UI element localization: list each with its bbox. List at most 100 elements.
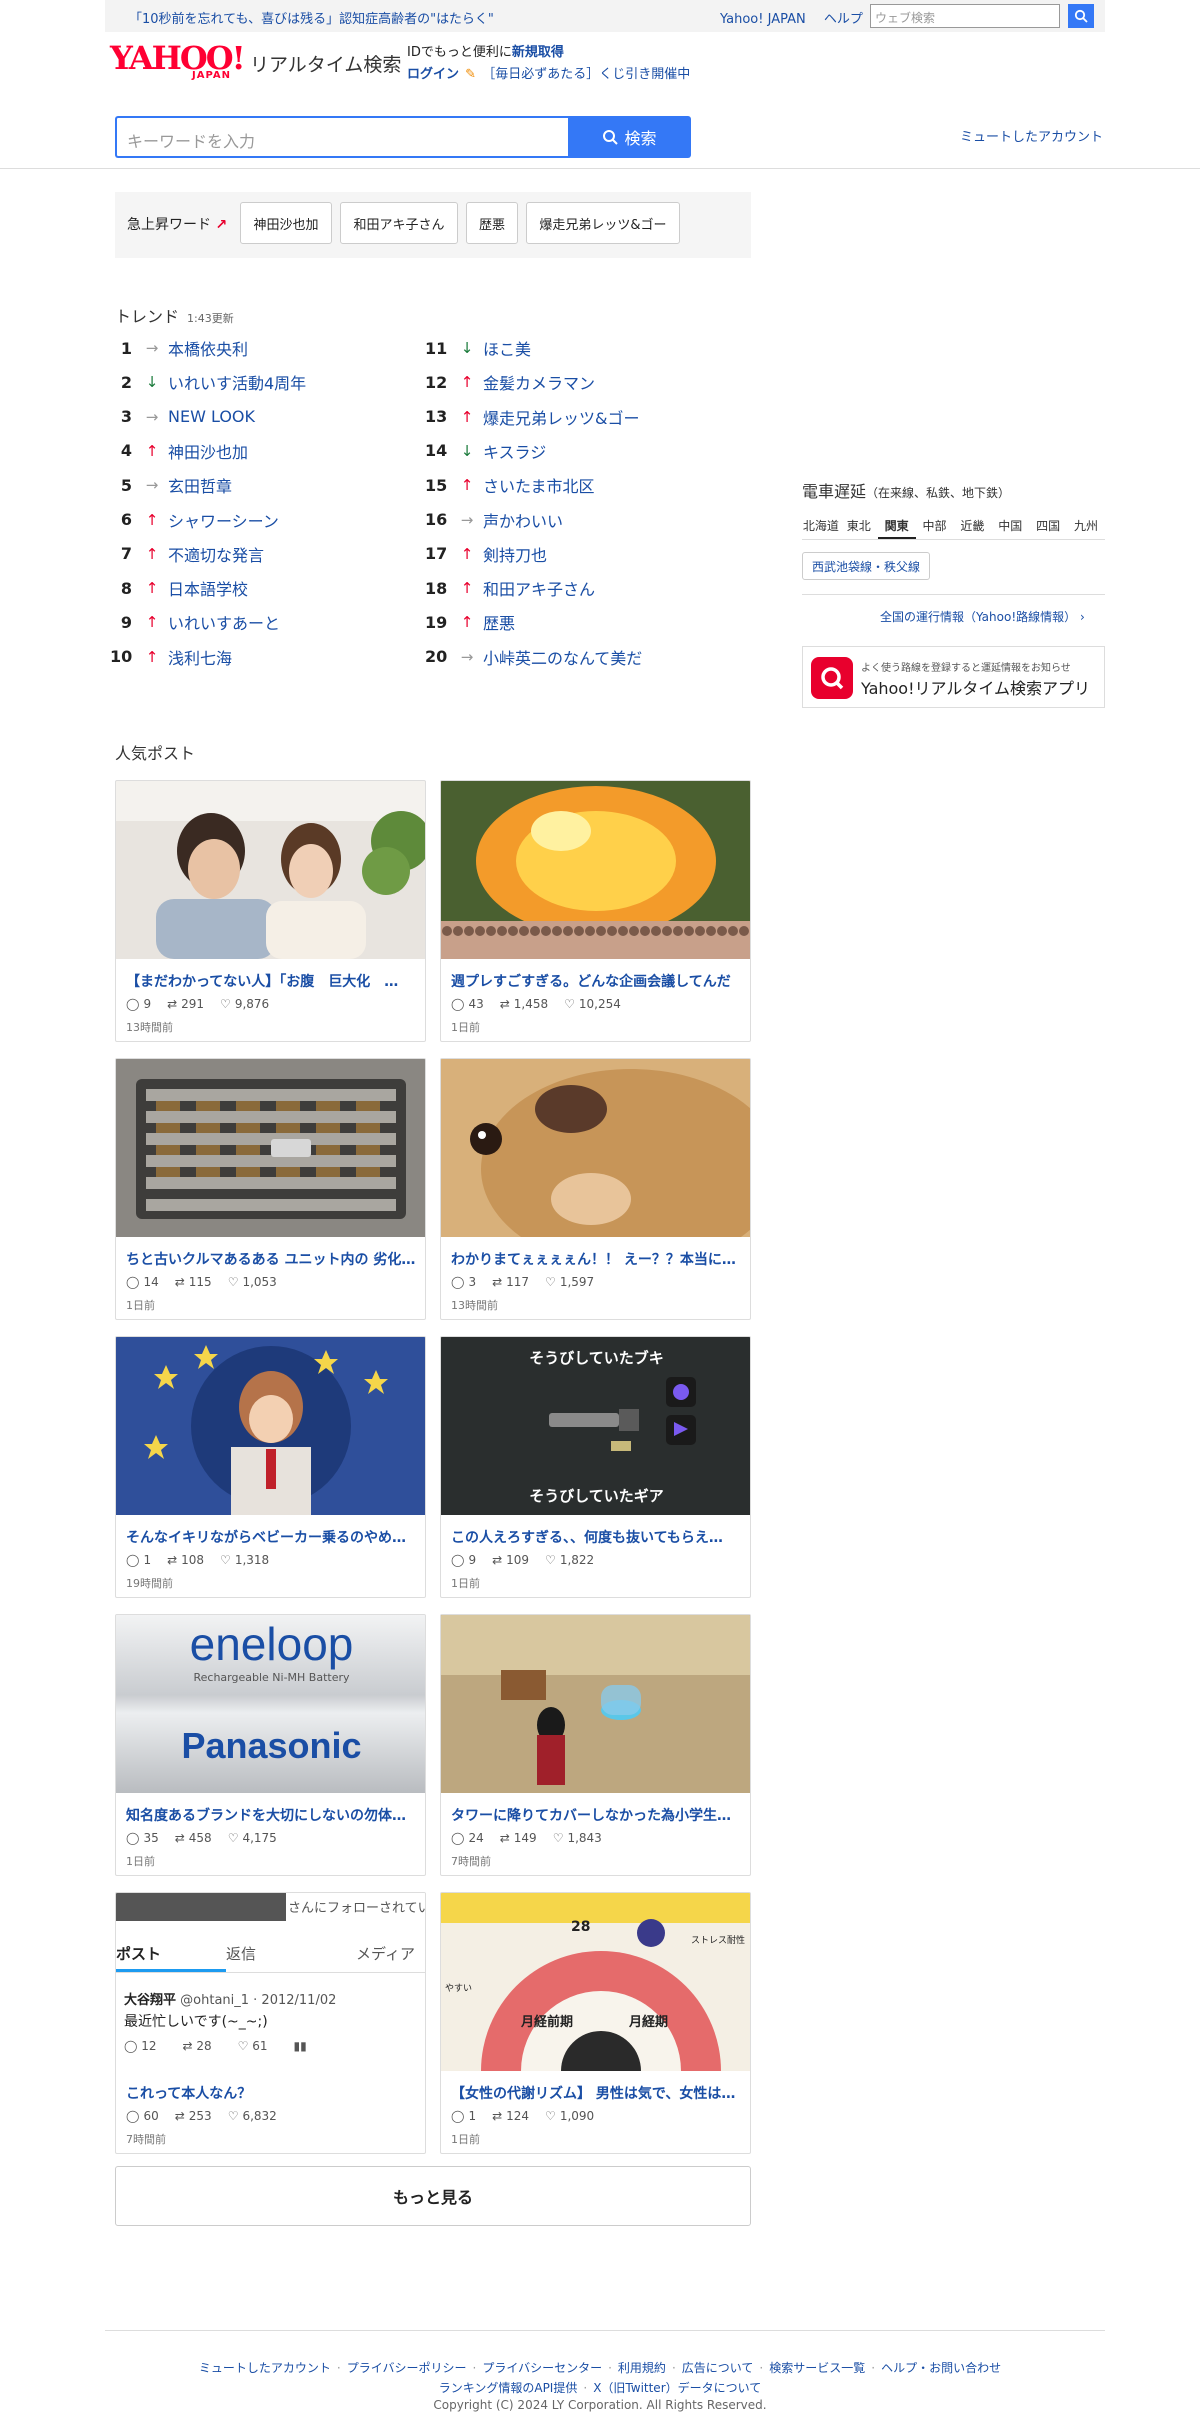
post-title[interactable]: 【まだわかってない人】「お腹 巨大化 …	[126, 971, 418, 991]
post-title[interactable]: 週プレすごすぎる。どんな企画会議してんだ	[451, 971, 743, 991]
post-title[interactable]: そんなイキリながらベビーカー乗るのやめ…	[126, 1527, 418, 1547]
post-thumbnail[interactable]	[116, 1059, 425, 1237]
post-thumbnail[interactable]	[116, 1337, 425, 1515]
footer-link[interactable]: 検索サービス一覧	[769, 2361, 865, 2375]
trend-item[interactable]: 2 ↓ いれいす活動4周年	[110, 370, 306, 394]
site-logo[interactable]: YAHOO! JAPAN リアルタイム検索	[110, 42, 401, 81]
trend-item[interactable]: 19 ↑ 歴悪	[425, 610, 515, 634]
trend-item[interactable]: 7 ↑ 不適切な発言	[110, 542, 264, 566]
footer-link[interactable]: X（旧Twitter）データについて	[593, 2381, 761, 2395]
help-link[interactable]: ヘルプ	[824, 12, 863, 27]
top-notice-link[interactable]: 「10秒前を忘れても、喜びは残る」認知症高齢者の"はたらく"	[129, 8, 494, 27]
post-card[interactable]: そうびしていたブキ そうびしていたギアこの人えろすぎる、、何度も抜いてもらえ… ◯…	[440, 1336, 751, 1598]
post-thumbnail[interactable]: そうびしていたブキ そうびしていたギア	[441, 1337, 750, 1515]
trend-item[interactable]: 15 ↑ さいたま市北区	[425, 473, 595, 497]
trend-item[interactable]: 4 ↑ 神田沙也加	[110, 439, 248, 463]
trend-item[interactable]: 1 → 本橋依央利	[110, 336, 248, 360]
post-card[interactable]: 【まだわかってない人】「お腹 巨大化 … ◯ 9 ⇄ 291 ♡ 9,876 13時間前	[115, 780, 426, 1042]
trend-item[interactable]: 3 → NEW LOOK	[110, 405, 255, 429]
trend-item[interactable]: 17 ↑ 剣持刀也	[425, 542, 547, 566]
trend-item[interactable]: 14 ↓ キスラジ	[425, 439, 546, 463]
trend-item[interactable]: 10 ↑ 浅利七海	[110, 645, 232, 669]
tab-replies[interactable]: 返信	[226, 1943, 356, 1972]
footer-link[interactable]: ヘルプ・お問い合わせ	[881, 2361, 1001, 2375]
search-input[interactable]: キーワードを入力	[115, 116, 568, 158]
post-thumbnail[interactable]	[116, 781, 425, 959]
post-card[interactable]: そんなイキリながらベビーカー乗るのやめ… ◯ 1 ⇄ 108 ♡ 1,318 19時間前	[115, 1336, 426, 1598]
post-thumbnail[interactable]: 28 ストレス耐性 やすい 月経前期 月経期	[441, 1893, 750, 2071]
muted-accounts-link[interactable]: ミュートしたアカウント	[960, 126, 1103, 145]
post-card[interactable]: ちと古いクルマあるある ユニット内の 劣化… ◯ 14 ⇄ 115 ♡ 1,053 1日前	[115, 1058, 426, 1320]
tab-region[interactable]: 四国	[1029, 512, 1067, 539]
footer-link[interactable]: 広告について	[682, 2361, 754, 2375]
rising-word-chip[interactable]: 神田沙也加	[240, 202, 332, 244]
trend-item[interactable]: 16 → 声かわいい	[425, 508, 563, 532]
post-title[interactable]: これって本人なん？	[126, 2083, 418, 2103]
post-card[interactable]: 28 ストレス耐性 やすい 月経前期 月経期【女性の代謝リズム】 男性は気で、女…	[440, 1892, 751, 2154]
post-card[interactable]: さんにフォローされてい ポスト 返信 メディア 大谷翔平 @ohtani_1 ·…	[115, 1892, 426, 2154]
trend-item[interactable]: 13 ↑ 爆走兄弟レッツ&ゴー	[425, 405, 639, 429]
post-thumbnail[interactable]: さんにフォローされてい ポスト 返信 メディア 大谷翔平 @ohtani_1 ·…	[116, 1893, 425, 2071]
reply-count: ◯ 9	[451, 1553, 477, 1567]
footer-link[interactable]: プライバシーポリシー	[347, 2361, 467, 2375]
yahoo-japan-link[interactable]: Yahoo! JAPAN	[720, 12, 806, 27]
web-search-input[interactable]: ウェブ検索	[870, 4, 1060, 28]
all-lines-link[interactable]: 全国の運行情報（Yahoo!路線情報） ›	[880, 608, 1085, 625]
post-title[interactable]: この人えろすぎる、、何度も抜いてもらえ…	[451, 1527, 743, 1547]
rising-word-chip[interactable]: 爆走兄弟レッツ&ゴー	[526, 202, 680, 244]
delayed-line-chip[interactable]: 西武池袋線・秩父線	[802, 552, 930, 580]
post-card[interactable]: タワーに降りてカバーしなかった為小学生… ◯ 24 ⇄ 149 ♡ 1,843 7時間前	[440, 1614, 751, 1876]
post-time: 13時間前	[451, 1299, 498, 1312]
register-link[interactable]: 新規取得	[512, 45, 564, 60]
trend-down-arrow-icon: ↓	[145, 373, 159, 392]
trend-item[interactable]: 8 ↑ 日本語学校	[110, 576, 248, 600]
rising-word-chip[interactable]: 歴悪	[466, 202, 518, 244]
login-link[interactable]: ログイン	[407, 67, 459, 82]
post-title[interactable]: ちと古いクルマあるある ユニット内の 劣化…	[126, 1249, 418, 1269]
repost-icon: ⇄	[174, 2109, 185, 2123]
post-title[interactable]: わかりまてぇぇぇぇん！！ えー？？本当に…	[451, 1249, 743, 1269]
trend-keyword: 爆走兄弟レッツ&ゴー	[483, 408, 640, 428]
post-thumbnail[interactable]	[441, 1615, 750, 1793]
post-card[interactable]: eneloop Rechargeable Ni-MH Battery Panas…	[115, 1614, 426, 1876]
trend-item[interactable]: 6 ↑ シャワーシーン	[110, 508, 279, 532]
post-title[interactable]: 知名度あるブランドを大切にしないの勿体…	[126, 1805, 418, 1825]
post-card[interactable]: 週プレすごすぎる。どんな企画会議してんだ ◯ 43 ⇄ 1,458 ♡ 10,254 1日前	[440, 780, 751, 1042]
trend-rank: 18	[425, 578, 448, 598]
tab-region[interactable]: 東北	[840, 512, 878, 539]
post-title[interactable]: 【女性の代謝リズム】 男性は気で、女性は…	[451, 2083, 743, 2103]
post-title[interactable]: タワーに降りてカバーしなかった為小学生…	[451, 1805, 743, 1825]
tab-posts[interactable]: ポスト	[116, 1943, 226, 1972]
trend-flat-arrow-icon: →	[145, 339, 159, 357]
tab-region[interactable]: 北海道	[802, 512, 840, 539]
trend-item[interactable]: 9 ↑ いれいすあーと	[110, 610, 280, 634]
search-button[interactable]: 検索	[568, 116, 691, 158]
trend-item[interactable]: 18 ↑ 和田アキ子さん	[425, 576, 595, 600]
like-count: ♡ 1,053	[227, 1275, 277, 1289]
rising-word-chip[interactable]: 和田アキ子さん	[340, 202, 458, 244]
post-card[interactable]: わかりまてぇぇぇぇん！！ えー？？本当に… ◯ 3 ⇄ 117 ♡ 1,597 13時間前	[440, 1058, 751, 1320]
tab-region[interactable]: 近畿	[954, 512, 992, 539]
web-search-button[interactable]	[1068, 4, 1094, 28]
tab-region[interactable]: 中国	[991, 512, 1029, 539]
post-thumbnail[interactable]	[441, 1059, 750, 1269]
tab-region-selected[interactable]: 関東	[877, 512, 916, 539]
tab-region[interactable]: 中部	[916, 512, 954, 539]
trend-item[interactable]: 11 ↓ ほこ美	[425, 336, 531, 360]
load-more-button[interactable]: もっと見る	[115, 2166, 751, 2226]
footer-link[interactable]: ランキング情報のAPI提供	[439, 2381, 578, 2395]
lottery-link[interactable]: ［毎日必ずあたる］くじ引き開催中	[482, 67, 690, 82]
trend-item[interactable]: 5 → 玄田哲章	[110, 473, 232, 497]
tab-region[interactable]: 九州	[1067, 512, 1105, 539]
tab-media[interactable]: メディア	[356, 1943, 415, 1972]
reply-count: ◯ 24	[451, 1831, 484, 1845]
trend-item[interactable]: 20 → 小峠英二のなんて美だ	[425, 645, 642, 669]
post-thumbnail[interactable]: eneloop Rechargeable Ni-MH Battery Panas…	[116, 1615, 425, 1793]
trend-item[interactable]: 12 ↑ 金髪カメラマン	[425, 370, 595, 394]
reply-icon: ◯	[126, 1831, 140, 1845]
post-thumbnail[interactable]	[441, 781, 750, 959]
app-banner[interactable]: よく使う路線を登録すると運延情報をお知らせ Yahoo!リアルタイム検索アプリ	[802, 646, 1105, 708]
footer-link[interactable]: プライバシーセンター	[482, 2361, 602, 2375]
footer-link[interactable]: ミュートしたアカウント	[199, 2361, 331, 2375]
footer-link[interactable]: 利用規約	[618, 2361, 666, 2375]
